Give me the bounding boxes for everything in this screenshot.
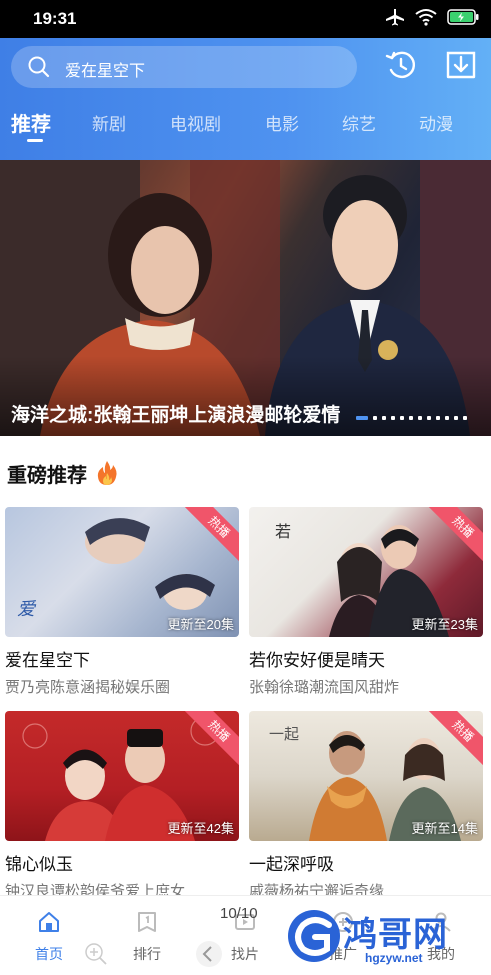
drama-card[interactable]: 若 热播 更新至23集 若你安好便是晴天 张翰徐璐潮流国风甜炸 (249, 507, 483, 697)
watermark-text: 鸿哥网 (343, 916, 448, 954)
drama-card[interactable]: 一起 热播 更新至14集 一起深呼吸 戚薇杨祐宁邂逅奇缘 (249, 711, 483, 901)
carousel-dot[interactable] (463, 416, 467, 420)
status-bar: 19:31 (0, 0, 491, 38)
drama-subtitle: 贾乃亮陈意涵揭秘娱乐圈 (5, 679, 171, 696)
wifi-icon (415, 9, 437, 26)
search-bar[interactable]: 爱在星空下 (11, 46, 357, 88)
update-status: 更新至14集 (411, 821, 478, 836)
svg-text:若: 若 (275, 522, 291, 541)
drama-title: 一起深呼吸 (249, 855, 334, 874)
update-status: 更新至42集 (167, 821, 234, 836)
carousel-dot[interactable] (373, 416, 377, 420)
tab-tv-series[interactable]: 电视剧 (170, 110, 221, 135)
drama-thumbnail: 爱 热播 更新至20集 (5, 507, 239, 637)
drama-card[interactable]: 爱 热播 更新至20集 爱在星空下 贾乃亮陈意涵揭秘娱乐圈 (5, 507, 239, 697)
page-indicator: 10/10 (220, 905, 258, 922)
tab-variety[interactable]: 综艺 (342, 110, 376, 135)
carousel-dot[interactable] (454, 416, 458, 420)
watermark-logo (288, 910, 340, 962)
drama-title: 锦心似玉 (5, 855, 73, 874)
carousel-dot[interactable] (356, 416, 368, 420)
category-tabs: 推荐 新剧 电视剧 电影 综艺 动漫 (0, 108, 491, 148)
carousel-dot[interactable] (391, 416, 395, 420)
status-icons (385, 8, 479, 26)
ranking-icon (138, 912, 156, 932)
nav-label: 排行 (133, 946, 161, 962)
update-status: 更新至23集 (411, 617, 478, 632)
drama-title: 爱在星空下 (5, 651, 90, 670)
tab-recommend[interactable]: 推荐 (11, 108, 51, 137)
carousel-dot[interactable] (382, 416, 386, 420)
search-placeholder: 爱在星空下 (65, 63, 146, 80)
carousel-dot[interactable] (409, 416, 413, 420)
svg-text:一起: 一起 (269, 725, 299, 743)
watermark: 鸿哥网 hgzyw.net (285, 905, 485, 970)
update-status: 更新至20集 (167, 617, 234, 632)
tab-anime[interactable]: 动漫 (419, 110, 453, 135)
drama-thumbnail: 一起 热播 更新至14集 (249, 711, 483, 841)
nav-ranking[interactable]: 排行 (98, 896, 196, 975)
carousel-dot[interactable] (445, 416, 449, 420)
drama-thumbnail: 若 热播 更新至23集 (249, 507, 483, 637)
home-icon (39, 912, 59, 932)
header: 爱在星空下 推荐 新剧 电视剧 电影 综艺 动漫 (0, 38, 491, 160)
airplane-icon (386, 9, 404, 26)
active-tab-indicator (27, 139, 43, 142)
carousel-dot[interactable] (418, 416, 422, 420)
history-icon[interactable] (384, 48, 418, 82)
battery-icon (447, 9, 479, 25)
drama-title: 若你安好便是晴天 (249, 651, 385, 670)
svg-text:爱: 爱 (17, 599, 37, 620)
status-time: 19:31 (33, 9, 77, 28)
drama-subtitle: 张翰徐璐潮流国风甜炸 (249, 679, 400, 696)
carousel-dot[interactable] (427, 416, 431, 420)
carousel-dot[interactable] (436, 416, 440, 420)
drama-thumbnail: 热播 更新至42集 (5, 711, 239, 841)
zoom-in-icon[interactable] (83, 941, 109, 967)
section-title: 重磅推荐 (7, 465, 87, 487)
watermark-url: hgzyw.net (365, 951, 423, 965)
banner-title: 海洋之城:张翰王丽坤上演浪漫邮轮爱情 (11, 405, 341, 426)
download-icon[interactable] (444, 48, 478, 82)
chevron-left-icon[interactable] (195, 938, 223, 970)
tab-movies[interactable]: 电影 (265, 110, 299, 135)
fire-icon (97, 461, 117, 485)
tab-new-drama[interactable]: 新剧 (92, 110, 126, 135)
search-icon (28, 56, 50, 78)
drama-card[interactable]: 热播 更新至42集 锦心似玉 钟汉良谭松韵侯爷爱上庶女 (5, 711, 239, 901)
banner-carousel[interactable]: 海洋之城:张翰王丽坤上演浪漫邮轮爱情 (0, 160, 491, 436)
carousel-dots[interactable] (356, 416, 467, 420)
carousel-dot[interactable] (400, 416, 404, 420)
